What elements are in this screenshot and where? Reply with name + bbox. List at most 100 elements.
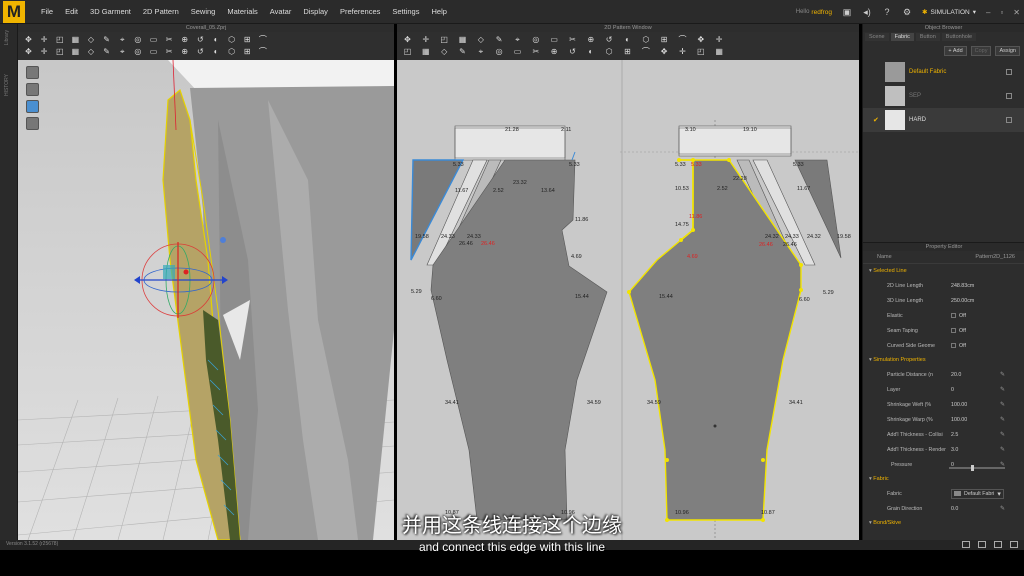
toolbar-tool-icon[interactable]: ⊕ [180,47,189,56]
toolbar-tool-icon[interactable]: ✛ [678,47,687,56]
assign-fabric-button[interactable]: Assign [995,46,1020,56]
toolbar-tool-icon[interactable]: ▭ [149,35,158,44]
toolbar-tool-icon[interactable]: ⌒ [258,35,267,44]
section-fabric[interactable]: Fabric [863,472,1024,486]
toolbar-tool-icon[interactable]: ◇ [87,35,96,44]
pressure-slider[interactable] [949,465,1005,471]
tab-button[interactable]: Button [915,33,940,41]
toolbar-tool-icon[interactable]: ◰ [55,35,64,44]
toolbar-tool-icon[interactable]: ⬡ [641,35,650,44]
toolbar-tool-icon[interactable]: ✥ [660,47,669,56]
menu-item[interactable]: Edit [59,7,84,16]
menu-item[interactable]: 2D Pattern [137,7,185,16]
menu-item[interactable]: Help [425,7,452,16]
toggle-checkbox[interactable] [951,328,956,333]
menu-item[interactable]: Display [297,7,334,16]
fabric-info-icon[interactable] [1006,69,1012,75]
toolbar-tool-icon[interactable]: ▦ [71,47,80,56]
toolbar-tool-icon[interactable]: ◰ [55,47,64,56]
fabric-list-item[interactable]: ✔ HARD [863,108,1024,132]
toolbar-tool-icon[interactable]: ◇ [87,47,96,56]
fabric-info-icon[interactable] [1006,93,1012,99]
menu-item[interactable]: Settings [386,7,425,16]
edit-pen-icon[interactable]: ✎ [1000,461,1005,468]
section-simulation-properties[interactable]: Simulation Properties [863,353,1024,367]
edit-pen-icon[interactable]: ✎ [1000,431,1005,438]
toolbar-tool-icon[interactable]: ✛ [40,47,49,56]
garment-display-icon[interactable] [26,100,39,113]
property-value[interactable]: Off [959,343,966,349]
toolbar-tool-icon[interactable]: ⬡ [227,47,236,56]
toolbar-tool-icon[interactable]: ⌒ [641,47,650,56]
edit-pen-icon[interactable]: ✎ [1000,416,1005,423]
fabric-dropdown[interactable]: Default Fabri ▾ [951,488,1004,499]
toolbar-tool-icon[interactable]: ◎ [133,35,142,44]
toolbar-tool-icon[interactable]: ◐ [212,47,221,56]
toolbar-tool-icon[interactable]: ↺ [605,35,614,44]
toolbar-tool-icon[interactable]: ▭ [149,47,158,56]
toggle-checkbox[interactable] [951,313,956,318]
property-value[interactable]: 100.00 [951,417,967,423]
toolbar-tool-icon[interactable]: ✎ [102,35,111,44]
3d-viewport[interactable] [18,60,394,540]
toolbar-tool-icon[interactable]: ✂ [165,47,174,56]
toolbar-tool-icon[interactable]: ⬡ [227,35,236,44]
property-value[interactable]: 0 [951,387,954,393]
close-icon[interactable]: ✕ [1013,8,1020,17]
toolbar-tool-icon[interactable]: ⌖ [476,47,485,56]
toolbar-tool-icon[interactable]: ▭ [550,35,559,44]
toolbar-tool-icon[interactable]: ⊕ [180,35,189,44]
property-value[interactable]: 248.83cm [951,283,974,289]
toolbar-tool-icon[interactable]: ✎ [458,47,467,56]
toolbar-tool-icon[interactable]: ✥ [24,35,33,44]
settings-icon[interactable]: ⚙ [902,7,912,17]
toolbar-tool-icon[interactable]: ✥ [696,35,705,44]
toolbar-tool-icon[interactable]: ⌒ [678,35,687,44]
property-value[interactable]: 3.0 [951,447,958,453]
toolbar-tool-icon[interactable]: ✥ [24,47,33,56]
toolbar-tool-icon[interactable]: ◎ [531,35,540,44]
property-value[interactable]: 100.00 [951,402,967,408]
volume-icon[interactable]: ◂) [862,7,872,17]
app-logo[interactable]: M [3,0,25,23]
toolbar-tool-icon[interactable]: ⌖ [118,47,127,56]
property-name-value[interactable]: Pattern2D_1126 [975,254,1015,260]
toolbar-tool-icon[interactable]: ⌒ [258,47,267,56]
toolbar-tool-icon[interactable]: ◐ [586,47,595,56]
simulation-mode-toggle[interactable]: ✱ SIMULATION ▾ [922,8,976,17]
avatar-visibility-icon[interactable] [26,117,39,130]
toolbar-tool-icon[interactable]: ⌖ [118,35,127,44]
property-value[interactable]: 2.5 [951,432,958,438]
toolbar-tool-icon[interactable]: ↺ [196,47,205,56]
menu-item[interactable]: Materials [221,7,263,16]
property-value[interactable]: 250.00cm [951,298,974,304]
section-selected-line[interactable]: Selected Line [863,264,1024,278]
fabric-info-icon[interactable] [1006,117,1012,123]
toolbar-tool-icon[interactable]: ▦ [458,35,467,44]
3d-scene[interactable] [18,60,394,540]
avatar-display-icon[interactable] [26,83,39,96]
toolbar-tool-icon[interactable]: ✎ [495,35,504,44]
add-fabric-button[interactable]: + Add [944,46,967,56]
toolbar-tool-icon[interactable]: ◐ [212,35,221,44]
toolbar-tool-icon[interactable]: ▭ [513,47,522,56]
toolbar-tool-icon[interactable]: ◇ [440,47,449,56]
user-name[interactable]: redfrog [811,9,832,16]
2d-viewport[interactable]: 21.28 2.11 5.33 5.33 23.32 11.67 2.52 13.64 11.8… [397,60,859,540]
toolbar-tool-icon[interactable]: ▦ [715,47,724,56]
toolbar-tool-icon[interactable]: ⊞ [623,47,632,56]
toolbar-tool-icon[interactable]: ▦ [71,35,80,44]
fabric-list-item[interactable]: Default Fabric [863,60,1024,84]
tab-fabric[interactable]: Fabric [890,33,914,41]
toolbar-tool-icon[interactable]: ✎ [102,47,111,56]
menu-item[interactable]: 3D Garment [84,7,137,16]
toolbar-tool-icon[interactable]: ◰ [440,35,449,44]
edit-pen-icon[interactable]: ✎ [1000,446,1005,453]
edit-pen-icon[interactable]: ✎ [1000,401,1005,408]
toolbar-tool-icon[interactable]: ⌖ [513,35,522,44]
history-tab[interactable]: HISTORY [4,74,10,96]
library-tab[interactable]: Library [4,30,10,45]
toolbar-tool-icon[interactable]: ✂ [531,47,540,56]
toolbar-tool-icon[interactable]: ⊞ [660,35,669,44]
view-mode-icon[interactable] [26,66,39,79]
